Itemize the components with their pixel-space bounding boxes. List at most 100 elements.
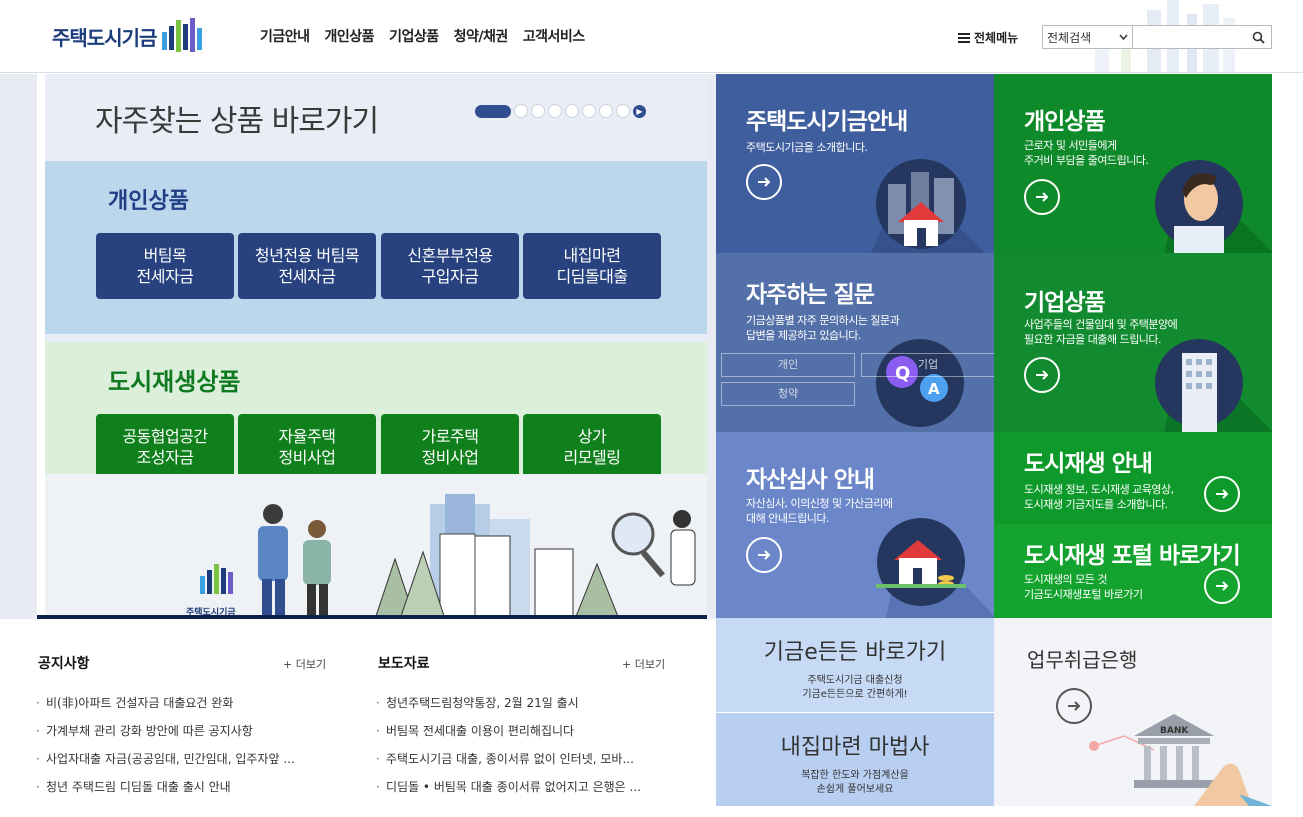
tile-urban-guide-desc: 도시재생 정보, 도시재생 교육영상, 도시재생 기금지도를 소개합니다. — [1024, 483, 1174, 511]
tile-faq[interactable]: 자주하는 질문 기금상품별 자주 문의하시는 질문과 답변을 제공하고 있습니다… — [716, 253, 994, 432]
office-building-icon — [1155, 339, 1272, 432]
tile-urban-guide[interactable]: 도시재생 안내 도시재생 정보, 도시재생 교육영상, 도시재생 기금지도를 소… — [994, 432, 1272, 524]
tile-urban-portal-title: 도시재생 포털 바로가기 — [1024, 543, 1241, 569]
nav-corporate-products[interactable]: 기업상품 — [389, 26, 439, 46]
pager-dot[interactable] — [616, 104, 630, 118]
logo-bars-icon — [162, 18, 203, 52]
list-item[interactable]: · 가계부채 관리 강화 방안에 따른 공지사항 — [36, 717, 321, 745]
tile-urban-portal[interactable]: 도시재생 포털 바로가기 도시재생의 모든 것 기금도시재생포털 바로가기 — [994, 524, 1272, 618]
banner-title: 자주찾는 상품 바로가기 — [95, 104, 379, 139]
arrow-right-icon — [1024, 357, 1060, 393]
search-bar: 전체검색 — [1042, 25, 1272, 49]
bank-sign: BANK — [1160, 726, 1189, 736]
search-scope-select[interactable]: 전체검색 — [1043, 26, 1133, 48]
person-icon — [1155, 160, 1272, 253]
pager-next-icon[interactable]: ▶ — [633, 104, 646, 118]
banner-pager: ▶ — [475, 104, 646, 118]
faq-corporate-button[interactable]: 기업 — [861, 353, 994, 377]
partner-banks-title: 업무취급은행 — [1027, 648, 1138, 672]
nav-customer-service[interactable]: 고객서비스 — [523, 26, 585, 46]
main-nav: 기금안내 개인상품 기업상품 청약/채권 고객서비스 — [260, 26, 600, 46]
list-item[interactable]: · 주택도시기금 대출, 종이서류 없이 인터넷, 모바... — [376, 745, 661, 773]
faq-subscription-button[interactable]: 청약 — [721, 382, 855, 406]
tile-personal-desc: 근로자 및 서민들에게 주거비 부담을 줄여드립니다. — [1024, 139, 1149, 167]
pager-dot[interactable] — [582, 104, 596, 118]
tile-fund-guide-desc: 주택도시기금을 소개합니다. — [746, 141, 868, 154]
list-item[interactable]: · 청년주택드림청약통장, 2월 21일 출시 — [376, 689, 661, 717]
product-button-shared-workspace[interactable]: 공동협업공간 조성자금 — [96, 414, 234, 480]
tile-asset-review[interactable]: 자산심사 안내 자산심사, 이의신청 및 가산금리에 대해 안내드립니다. — [716, 432, 994, 618]
product-button-autonomous-housing[interactable]: 자율주택 정비사업 — [238, 414, 376, 480]
search-button[interactable] — [1245, 26, 1271, 48]
pager-dot[interactable] — [548, 104, 562, 118]
tile-fund-guide[interactable]: 주택도시기금안내 주택도시기금을 소개합니다. — [716, 74, 994, 253]
product-button-newlywed-purchase[interactable]: 신혼부부전용 구입자금 — [381, 233, 519, 299]
home-wizard-link[interactable]: 내집마련 마법사 복잡한 한도와 가점계산을 손쉽게 풀어보세요 — [716, 713, 994, 806]
urban-heading: 도시재생상품 — [108, 368, 241, 396]
house-coins-icon — [876, 518, 994, 618]
all-menu-label: 전체메뉴 — [974, 31, 1019, 45]
list-item[interactable]: · 디딤돌 • 버팀목 대출 종이서류 없어지고 은행은 ... — [376, 773, 661, 801]
hamburger-icon — [958, 32, 970, 43]
search-input[interactable] — [1133, 26, 1245, 48]
home-wizard-desc: 복잡한 한도와 가점계산을 손쉽게 풀어보세요 — [801, 770, 909, 795]
tile-personal-products[interactable]: 개인상품 근로자 및 서민들에게 주거비 부담을 줄여드립니다. — [994, 74, 1272, 253]
press-title: 보도자료 — [378, 656, 430, 672]
press-list: · 청년주택드림청약통장, 2월 21일 출시 · 버팀목 전세대출 이용이 편리해… — [376, 689, 661, 801]
bank-building-icon: BANK — [1089, 714, 1272, 806]
tile-asset-title: 자산심사 안내 — [746, 467, 875, 493]
tile-faq-title: 자주하는 질문 — [746, 282, 875, 308]
pager-dot[interactable] — [565, 104, 579, 118]
logo-text: 주택도시기금 — [52, 25, 157, 50]
personal-heading: 개인상품 — [108, 189, 189, 214]
product-button-shop-remodel[interactable]: 상가 리모델링 — [523, 414, 661, 480]
arrow-right-icon — [746, 537, 782, 573]
notices-title: 공지사항 — [38, 656, 90, 672]
edeundeun-link[interactable]: 기금e든든 바로가기 주택도시기금 대출신청 기금e든든으로 간편하게! — [716, 618, 994, 712]
edeundeun-desc: 주택도시기금 대출신청 기금e든든으로 간편하게! — [802, 675, 908, 700]
search-icon — [1252, 31, 1265, 44]
nav-personal-products[interactable]: 개인상품 — [325, 26, 375, 46]
all-menu-button[interactable]: 전체메뉴 — [958, 29, 1018, 46]
city-house-icon — [870, 159, 985, 253]
tile-corporate-title: 기업상품 — [1024, 290, 1106, 316]
list-item[interactable]: · 청년 주택드림 디딤돌 대출 출시 안내 — [36, 773, 321, 801]
pager-active[interactable] — [475, 104, 511, 118]
header: 주택도시기금 기금안내 개인상품 기업상품 청약/채권 고객서비스 전체메뉴 전… — [0, 0, 1303, 73]
product-button-didimdol[interactable]: 내집마련 디딤돌대출 — [523, 233, 661, 299]
press-more-link[interactable]: + 더보기 — [622, 656, 665, 672]
product-button-youth-beotimmok[interactable]: 청년전용 버팀목 전세자금 — [238, 233, 376, 299]
nav-subscription-bonds[interactable]: 청약/채권 — [454, 26, 509, 46]
edeundeun-title: 기금e든든 바로가기 — [763, 640, 947, 665]
tile-fund-guide-title: 주택도시기금안내 — [746, 109, 908, 135]
partner-banks-link[interactable]: 업무취급은행 BANK — [994, 618, 1272, 806]
quick-products-banner: 자주찾는 상품 바로가기 ▶ 개인상품 버팀목 전세자금 청년전용 버팀목 전세… — [37, 74, 707, 619]
pager-dot[interactable] — [599, 104, 613, 118]
notices-more-link[interactable]: + 더보기 — [283, 656, 326, 672]
list-item[interactable]: · 비(非)아파트 건설자금 대출요건 완화 — [36, 689, 321, 717]
faq-personal-button[interactable]: 개인 — [721, 353, 855, 377]
home-wizard-title: 내집마련 마법사 — [780, 735, 930, 760]
tile-urban-portal-desc: 도시재생의 모든 것 기금도시재생포털 바로가기 — [1024, 573, 1143, 601]
nav-fund-guide[interactable]: 기금안내 — [260, 26, 310, 46]
arrow-right-icon — [746, 164, 782, 200]
arrow-right-icon — [1024, 179, 1060, 215]
arrow-right-icon — [1204, 568, 1240, 604]
tile-personal-title: 개인상품 — [1024, 109, 1106, 135]
arrow-right-icon — [1204, 476, 1240, 512]
pager-dot[interactable] — [514, 104, 528, 118]
notices-list: · 비(非)아파트 건설자금 대출요건 완화 · 가계부채 관리 강화 방안에 따른… — [36, 689, 321, 801]
site-logo[interactable]: 주택도시기금 — [52, 16, 206, 56]
tile-corporate-products[interactable]: 기업상품 사업주들의 건물임대 및 주택분양에 필요한 자금을 대출해 드립니다… — [994, 253, 1272, 432]
banner-bottom-line — [37, 615, 707, 619]
product-button-beotimmok[interactable]: 버팀목 전세자금 — [96, 233, 234, 299]
svg-text:A: A — [928, 380, 940, 398]
product-button-street-housing[interactable]: 가로주택 정비사업 — [381, 414, 519, 480]
personal-products-section: 개인상품 버팀목 전세자금 청년전용 버팀목 전세자금 신혼부부전용 구입자금 … — [45, 161, 707, 334]
pager-dot[interactable] — [531, 104, 545, 118]
chevron-down-icon — [1119, 34, 1128, 40]
list-item[interactable]: · 버팀목 전세대출 이용이 편리해집니다 — [376, 717, 661, 745]
list-item[interactable]: · 사업자대출 자금(공공임대, 민간임대, 입주자앞 ... — [36, 745, 321, 773]
tile-urban-guide-title: 도시재생 안내 — [1024, 451, 1153, 477]
search-scope-value: 전체검색 — [1047, 30, 1092, 45]
